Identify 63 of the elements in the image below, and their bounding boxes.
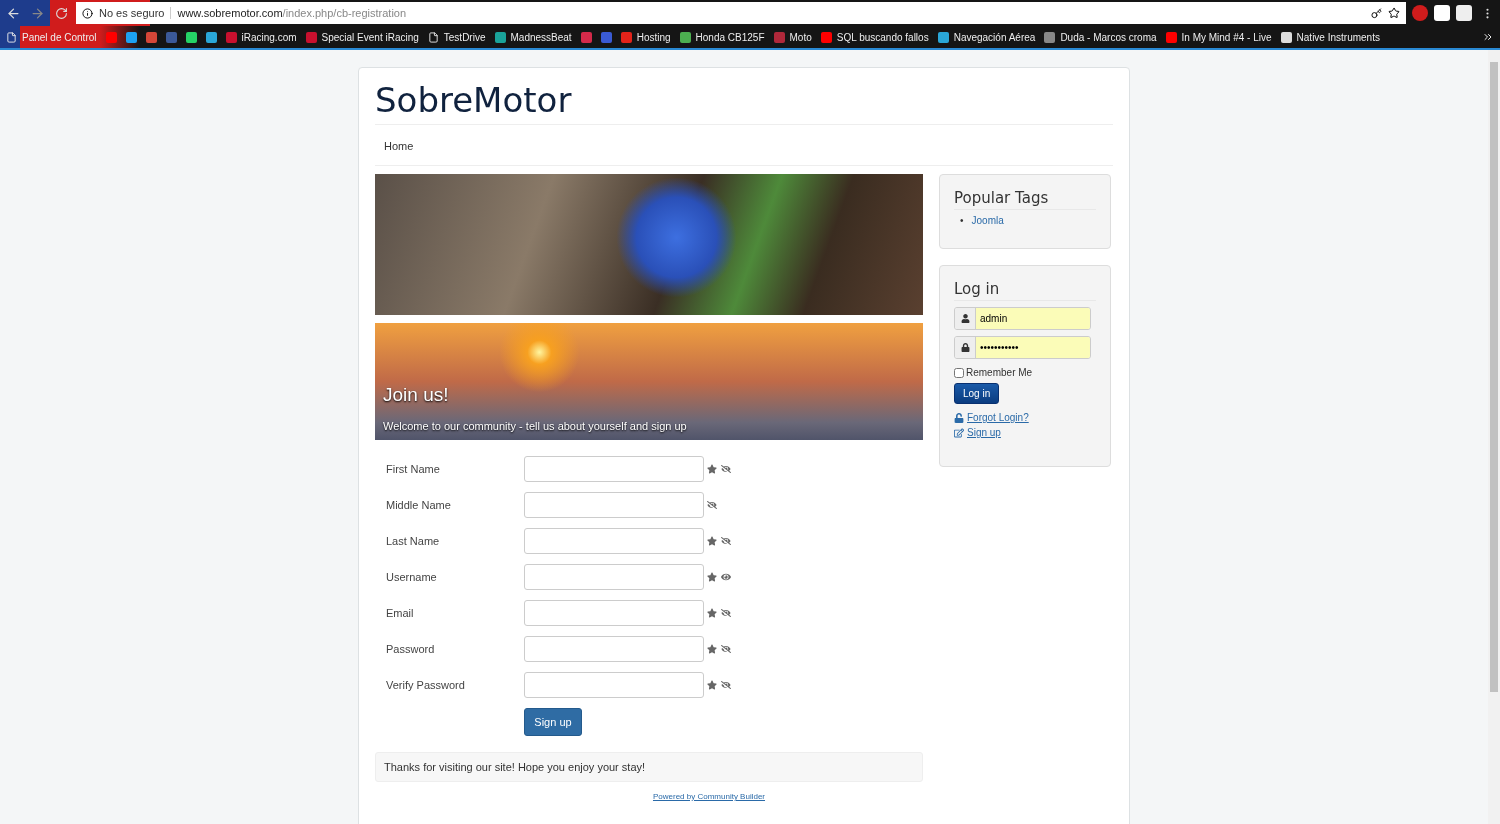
bookmark-item[interactable]: Special Event iRacing [305, 31, 419, 43]
key-icon[interactable] [1371, 7, 1382, 19]
remember-label: Remember Me [966, 367, 1033, 378]
forgot-login-link[interactable]: Forgot Login? [954, 412, 1096, 423]
join-title: Join us! [383, 384, 450, 406]
input-field[interactable] [524, 636, 704, 662]
remember-checkbox[interactable] [954, 367, 964, 378]
bookmark-item[interactable]: TestDrive [427, 31, 486, 43]
bullet: • [960, 214, 964, 228]
site-title: SobreMotor [375, 68, 1113, 125]
address-bar[interactable]: No es seguro www.sobremotor.com/index.php/cb-registration [76, 2, 1406, 24]
join-subtitle: Welcome to our community - tell us about yourself and sign up [383, 420, 688, 432]
field-label: Username [386, 571, 438, 583]
bookmark-item[interactable]: Panel de Control [6, 31, 97, 43]
scrollbar-thumb[interactable] [1490, 62, 1498, 692]
bookmark-item[interactable]: Honda CB125F [679, 31, 765, 43]
input-field[interactable] [524, 528, 704, 554]
security-label: No es seguro [99, 7, 172, 19]
field-label: Middle Name [386, 499, 452, 511]
bookmark-item[interactable]: MadnessBeat [494, 31, 572, 43]
bookmark-item[interactable]: SQL buscando fallos [820, 31, 929, 43]
unlock-icon [954, 412, 964, 423]
field-label: First Name [386, 463, 441, 475]
panel-title: Popular Tags [954, 189, 1096, 210]
field-label: Verify Password [386, 679, 466, 691]
bookmark-item[interactable]: Navegación Aérea [937, 31, 1036, 43]
bookmark-item[interactable]: Native Instruments [1280, 31, 1380, 43]
password-field[interactable]: ••••••••••• [954, 336, 1091, 359]
tag-link[interactable]: Joomla [971, 214, 1004, 228]
field-label: Email [386, 607, 415, 619]
bookmark-icon[interactable] [125, 31, 137, 43]
url-text: www.sobremotor.com/index.php/cb-registration [177, 7, 408, 19]
input-field[interactable] [524, 600, 704, 626]
input-field[interactable] [524, 456, 704, 482]
login-button[interactable]: Log in [954, 383, 1000, 404]
field-label: Password [386, 643, 436, 655]
bookmark-icon[interactable] [205, 31, 217, 43]
lock-icon [960, 343, 970, 352]
input-field[interactable] [524, 672, 704, 698]
input-field[interactable] [524, 564, 704, 590]
bookmark-icon[interactable] [145, 31, 157, 43]
bookmark-star-icon[interactable] [1388, 7, 1400, 19]
file-icon [6, 31, 17, 43]
input-field[interactable] [524, 492, 704, 518]
more-bookmarks-icon[interactable] [1482, 31, 1494, 43]
panel-title: Log in [954, 280, 1096, 301]
bookmark-item[interactable]: Moto [773, 31, 812, 43]
bookmark-item[interactable]: iRacing.com [225, 31, 297, 43]
username-field[interactable]: admin [954, 307, 1091, 330]
bookmark-item[interactable]: Hosting [620, 31, 671, 43]
edit-icon [954, 427, 964, 438]
sign-up-link[interactable]: Sign up [954, 427, 1096, 438]
file-icon [427, 31, 439, 43]
footer-message: Thanks for visiting our site! Hope you enjoy your stay! [375, 752, 923, 782]
user-icon [960, 314, 970, 323]
powered-by-link[interactable]: Powered by Community Builder [375, 792, 923, 802]
info-icon [82, 7, 93, 19]
field-label: Last Name [386, 535, 441, 547]
bookmark-icon[interactable] [185, 31, 197, 43]
bookmark-item[interactable]: Duda - Marcos croma [1044, 31, 1157, 43]
bookmark-item[interactable]: In My Mind #4 - Live [1165, 31, 1272, 43]
nav-link[interactable]: Home [384, 140, 414, 152]
sign-up-button[interactable]: Sign up [524, 708, 582, 736]
